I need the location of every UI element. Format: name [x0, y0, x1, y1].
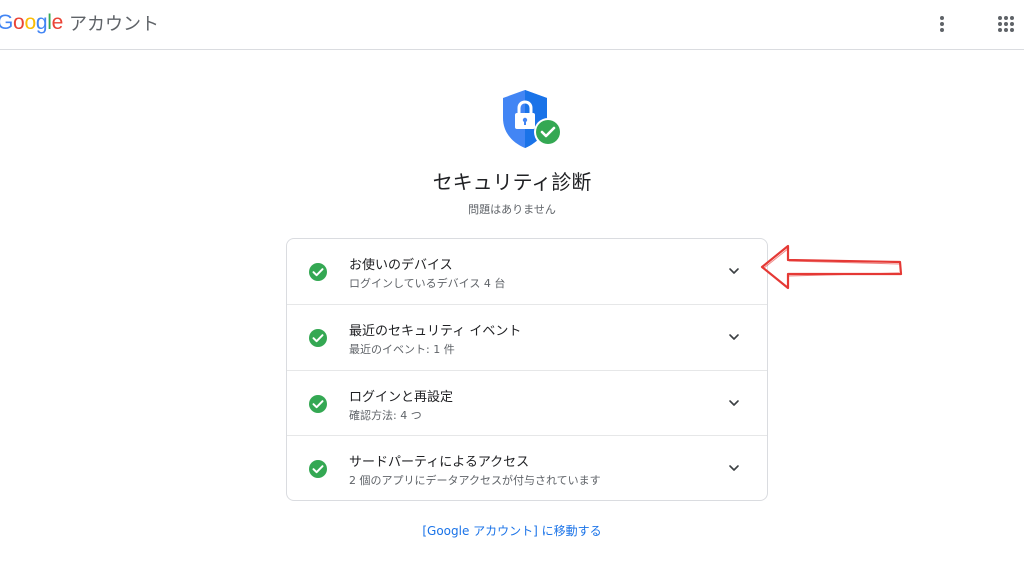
check-circle-icon: [309, 460, 327, 478]
shield-lock-check-icon: [500, 88, 566, 150]
more-vert-icon: [940, 16, 944, 32]
more-options-button[interactable]: [928, 10, 956, 38]
chevron-down-icon: [729, 400, 739, 406]
row-subtitle: 確認方法: 4 つ: [349, 409, 422, 422]
google-apps-button[interactable]: [992, 10, 1020, 38]
check-circle-icon: [309, 263, 327, 281]
checkup-row-third-party-access[interactable]: サードパーティによるアクセス 2 個のアプリにデータアクセスが付与されています: [287, 435, 767, 500]
row-title: 最近のセキュリティ イベント: [349, 324, 522, 339]
security-checkup-card: お使いのデバイス ログインしているデバイス 4 台 最近のセキュリティ イベント…: [286, 238, 768, 501]
top-app-bar: Google アカウント: [0, 0, 1024, 50]
logo-letter: o: [24, 11, 36, 34]
page-title: セキュリティ診断: [432, 170, 592, 194]
google-wordmark: Google: [0, 11, 63, 35]
chevron-down-icon: [729, 268, 739, 274]
go-to-google-account-link[interactable]: [Google アカウント] に移動する: [0, 522, 1024, 539]
google-account-logo[interactable]: Google アカウント: [0, 9, 159, 37]
apps-grid-icon: [998, 16, 1014, 32]
chevron-down-icon: [729, 465, 739, 471]
chevron-down-icon: [729, 334, 739, 340]
checkup-row-security-events[interactable]: 最近のセキュリティ イベント 最近のイベント: 1 件: [287, 304, 767, 369]
check-circle-icon: [309, 329, 327, 347]
row-title: ログインと再設定: [349, 390, 454, 405]
logo-letter: o: [13, 11, 25, 34]
row-title: お使いのデバイス: [349, 258, 453, 273]
row-title: サードパーティによるアクセス: [349, 455, 530, 470]
logo-letter: g: [35, 11, 48, 34]
logo-letter: e: [51, 11, 64, 34]
row-subtitle: ログインしているデバイス 4 台: [349, 277, 506, 290]
annotation-arrow-icon: [760, 244, 903, 290]
checkup-row-devices[interactable]: お使いのデバイス ログインしているデバイス 4 台: [287, 239, 767, 304]
row-subtitle: 最近のイベント: 1 件: [349, 343, 455, 356]
check-circle-icon: [309, 395, 327, 413]
brand-suffix: アカウント: [68, 14, 159, 35]
logo-letter-g: G: [0, 11, 14, 34]
checkup-row-sign-in-recovery[interactable]: ログインと再設定 確認方法: 4 つ: [287, 370, 767, 435]
row-subtitle: 2 個のアプリにデータアクセスが付与されています: [349, 474, 601, 487]
page-subtitle: 問題はありません: [468, 203, 556, 216]
